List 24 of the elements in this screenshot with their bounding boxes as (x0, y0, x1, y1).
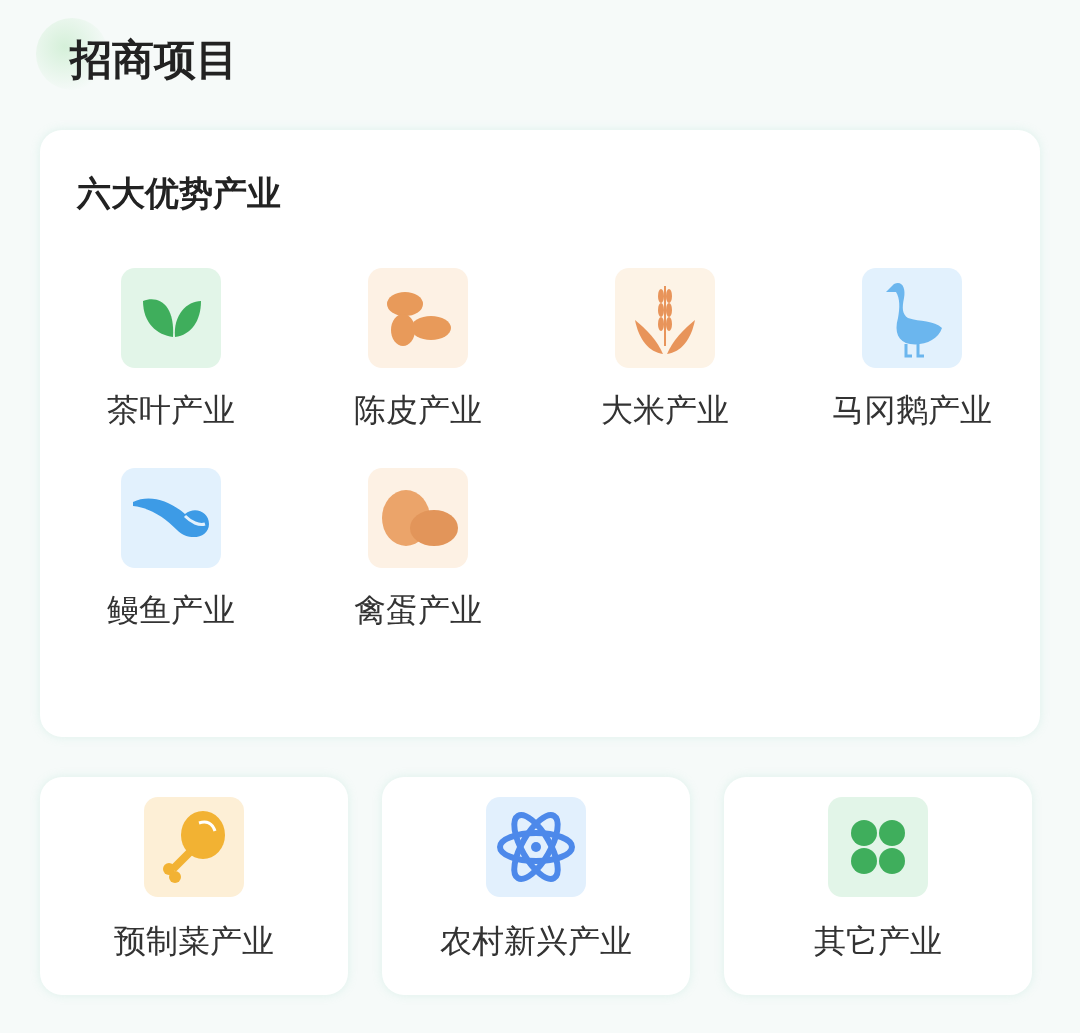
icon-tile[interactable] (861, 268, 962, 368)
industry-card[interactable]: 预制菜产业 (40, 777, 348, 995)
industry-label[interactable]: 农村新兴产业 (440, 921, 632, 961)
industry-label[interactable]: 其它产业 (814, 921, 942, 961)
icon-tile[interactable] (828, 797, 928, 897)
icon-tile[interactable] (486, 797, 586, 897)
icon-tile[interactable] (367, 468, 468, 568)
industry-label[interactable]: 茶叶产业 (106, 390, 235, 430)
industry-label[interactable]: 鳗鱼产业 (106, 590, 235, 630)
icon-tile[interactable] (120, 268, 221, 368)
industry-label[interactable]: 马冈鹅产业 (831, 390, 992, 430)
clover-icon (848, 817, 908, 877)
industry-label[interactable]: 预制菜产业 (114, 921, 274, 961)
icon-tile[interactable] (120, 468, 221, 568)
industry-label[interactable]: 陈皮产业 (353, 390, 482, 430)
industry-card[interactable]: 其它产业 (724, 777, 1032, 995)
industry-card[interactable]: 农村新兴产业 (382, 777, 690, 995)
icon-tile[interactable] (614, 268, 715, 368)
section-title: 六大优势产业 (77, 172, 282, 215)
icon-tile[interactable] (144, 797, 244, 897)
industry-label[interactable]: 大米产业 (600, 390, 729, 430)
icon-tile[interactable] (367, 268, 468, 368)
industry-label[interactable]: 禽蛋产业 (353, 590, 482, 630)
page-title: 招商项目 (70, 34, 239, 86)
